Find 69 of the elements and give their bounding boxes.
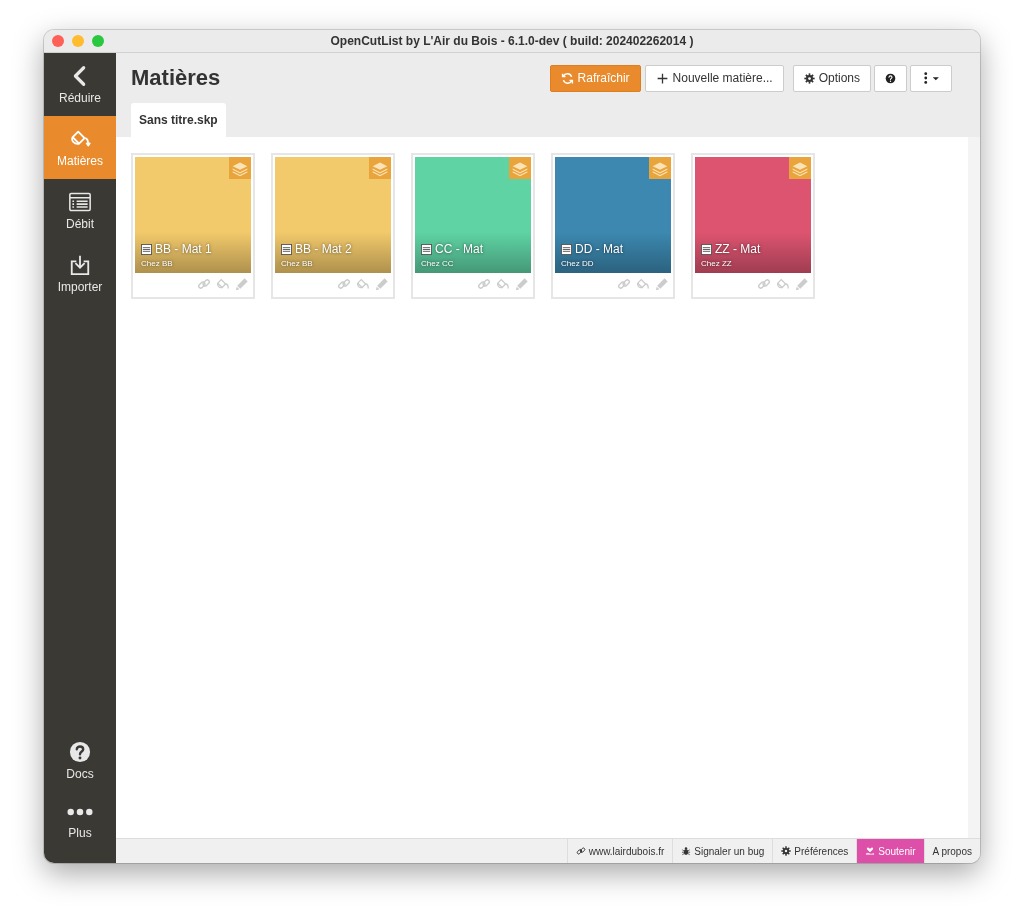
new-material-button[interactable]: Nouvelle matière...: [644, 64, 784, 92]
footer-link[interactable]: A propos: [923, 839, 980, 863]
material-name: BB - Mat 2: [295, 242, 352, 256]
layers-icon: [649, 157, 671, 179]
layers-icon: [369, 157, 391, 179]
link-icon[interactable]: [337, 277, 351, 291]
material-owner: Chez CC: [421, 259, 455, 268]
material-card[interactable]: DD - Mat Chez DD: [551, 153, 675, 299]
sidebar-item[interactable]: Docs: [44, 729, 116, 792]
link-icon[interactable]: [197, 277, 211, 291]
link-icon[interactable]: [477, 277, 491, 291]
sidebar-item[interactable]: Plus: [44, 792, 116, 855]
material-owner: Chez ZZ: [701, 259, 733, 268]
window-title: OpenCutList by L'Air du Bois - 6.1.0-dev ( build: 202402262014 ): [329, 34, 695, 48]
more-icon: [67, 807, 93, 816]
board-icon: [141, 243, 152, 255]
help-icon: [69, 740, 91, 763]
more-icon: [921, 71, 941, 85]
help-icon: [885, 72, 896, 84]
help-button[interactable]: [874, 64, 907, 92]
material-owner: Chez DD: [561, 259, 595, 268]
material-name: CC - Mat: [435, 242, 483, 256]
material-owner: Chez BB: [141, 259, 174, 268]
paint-bucket-icon[interactable]: [496, 277, 510, 291]
layers-icon: [509, 157, 531, 179]
import-icon: [69, 253, 91, 276]
pencil-icon[interactable]: [375, 277, 389, 291]
board-icon: [421, 243, 432, 255]
paint-bucket-icon[interactable]: [776, 277, 790, 291]
refresh-icon: [560, 71, 574, 85]
bug-icon: [681, 846, 692, 856]
link-icon[interactable]: [757, 277, 771, 291]
paint-bucket-icon[interactable]: [356, 277, 370, 291]
footer-link[interactable]: Soutenir: [856, 839, 924, 863]
material-card[interactable]: ZZ - Mat Chez ZZ: [691, 153, 815, 299]
link-icon[interactable]: [617, 277, 631, 291]
sidebar-item[interactable]: Débit: [44, 179, 116, 242]
pencil-icon[interactable]: [655, 277, 669, 291]
material-owner: Chez BB: [281, 259, 314, 268]
board-icon: [281, 243, 292, 255]
pencil-icon[interactable]: [515, 277, 529, 291]
footer-link[interactable]: www.lairdubois.fr: [566, 839, 673, 863]
paint-bucket-icon[interactable]: [216, 277, 230, 291]
sidebar-item[interactable]: Réduire: [44, 53, 116, 116]
settings-icon: [803, 72, 815, 84]
layers-icon: [229, 157, 251, 179]
material-name: BB - Mat 1: [155, 242, 212, 256]
footer-link[interactable]: Signaler un bug: [672, 839, 773, 863]
zoom-icon[interactable]: [92, 35, 104, 47]
paint-bucket-icon[interactable]: [636, 277, 650, 291]
material-name: DD - Mat: [575, 242, 623, 256]
minimize-icon[interactable]: [72, 35, 84, 47]
more-button[interactable]: [910, 64, 952, 92]
pencil-icon[interactable]: [235, 277, 249, 291]
board-icon: [701, 243, 712, 255]
link-icon: [575, 846, 586, 856]
heart-hand-icon: [865, 846, 876, 856]
plus-icon: [655, 71, 669, 85]
board-icon: [561, 243, 572, 255]
pencil-icon[interactable]: [795, 277, 809, 291]
list-icon: [69, 190, 91, 213]
sidebar-item[interactable]: Importer: [44, 242, 116, 305]
file-tab[interactable]: Sans titre.skp: [131, 103, 226, 137]
settings-icon: [781, 846, 792, 856]
close-icon[interactable]: [52, 35, 64, 47]
layers-icon: [789, 157, 811, 179]
material-name: ZZ - Mat: [715, 242, 761, 256]
options-button[interactable]: Options: [792, 64, 871, 92]
page-title: Matières: [131, 65, 221, 91]
